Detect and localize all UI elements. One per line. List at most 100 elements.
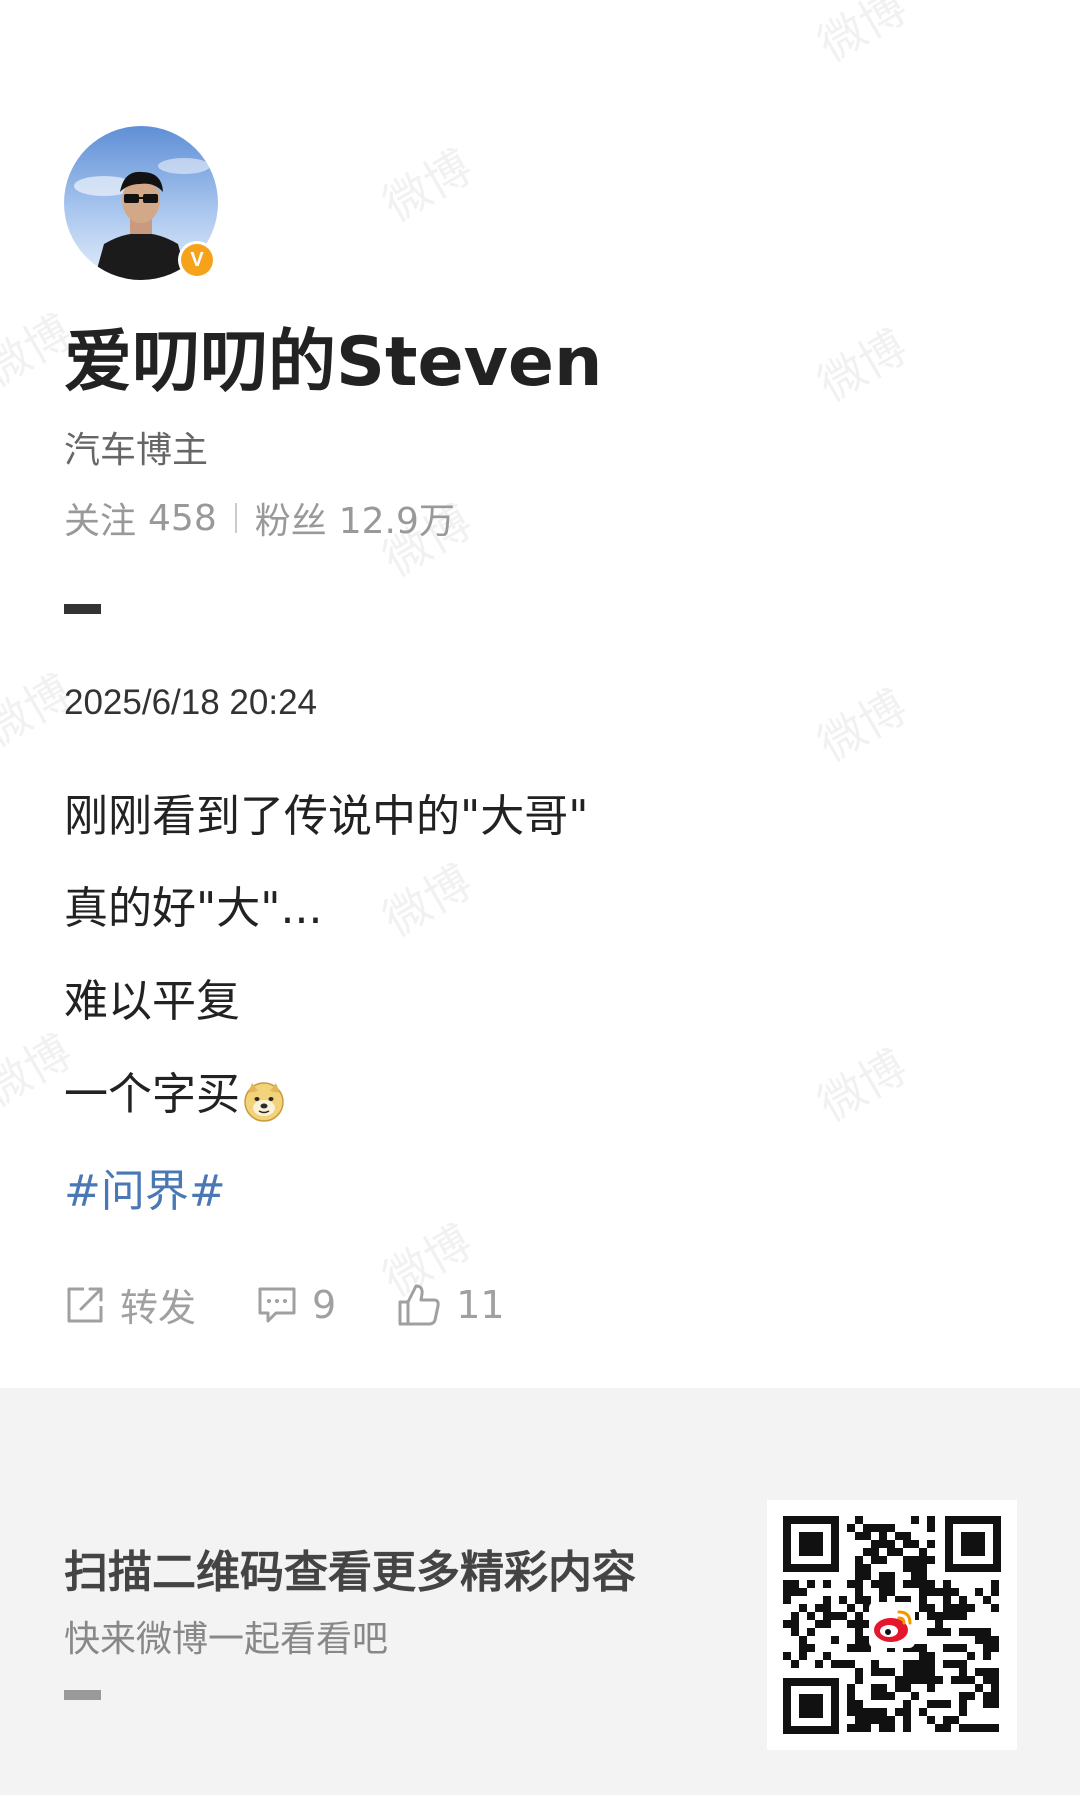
- qr-module: [887, 1716, 895, 1724]
- post-text-line: 一个字买: [64, 1069, 240, 1120]
- qr-module: [887, 1572, 895, 1580]
- qr-module: [951, 1604, 959, 1612]
- qr-module: [919, 1548, 927, 1556]
- qr-module: [887, 1524, 895, 1532]
- qr-module: [871, 1708, 879, 1716]
- hashtag-link[interactable]: #问界#: [64, 1155, 226, 1219]
- repost-button[interactable]: 转发: [64, 1277, 196, 1332]
- qr-module: [983, 1628, 991, 1636]
- qr-module: [919, 1708, 927, 1716]
- qr-module: [871, 1556, 879, 1564]
- qr-module: [823, 1620, 831, 1628]
- qr-module: [863, 1596, 871, 1604]
- qr-module: [927, 1524, 935, 1532]
- repost-label: 转发: [120, 1286, 197, 1330]
- qr-module: [927, 1652, 935, 1660]
- qr-module: [991, 1668, 999, 1676]
- qr-module: [871, 1684, 879, 1692]
- qr-module: [823, 1612, 831, 1620]
- qr-module: [959, 1612, 967, 1620]
- footer-divider: [64, 1690, 101, 1700]
- qr-module: [887, 1580, 895, 1588]
- qr-module: [799, 1604, 807, 1612]
- qr-module: [847, 1700, 855, 1708]
- comment-button[interactable]: 9: [256, 1283, 336, 1327]
- footer-panel: 扫描二维码查看更多精彩内容 快来微博一起看看吧: [0, 1388, 1080, 1795]
- qr-module: [959, 1644, 967, 1652]
- qr-module: [807, 1628, 815, 1636]
- qr-module: [855, 1588, 863, 1596]
- share-icon: [67, 1287, 103, 1322]
- qr-module: [911, 1556, 919, 1564]
- qr-module: [951, 1644, 959, 1652]
- watermark: 微博: [809, 0, 916, 72]
- qr-module: [911, 1540, 919, 1548]
- qr-module: [831, 1612, 839, 1620]
- qr-module: [783, 1580, 791, 1588]
- post-text-line-with-emoji: 一个字买: [64, 1058, 286, 1123]
- qr-module: [983, 1692, 991, 1700]
- qr-module: [879, 1556, 887, 1564]
- qr-module: [903, 1660, 911, 1668]
- qr-module: [935, 1700, 943, 1708]
- qr-module: [975, 1588, 983, 1596]
- qr-module: [927, 1580, 935, 1588]
- qr-module: [919, 1580, 927, 1588]
- qr-module: [855, 1724, 863, 1732]
- qr-module: [927, 1700, 935, 1708]
- qr-module: [951, 1660, 959, 1668]
- qr-module: [863, 1716, 871, 1724]
- qr-module: [887, 1548, 895, 1556]
- qr-module: [839, 1596, 847, 1604]
- like-button[interactable]: 11: [396, 1282, 505, 1328]
- qr-module: [927, 1684, 935, 1692]
- qr-module: [791, 1580, 799, 1588]
- watermark: 微博: [374, 139, 481, 232]
- qr-module: [991, 1588, 999, 1596]
- profile-stats: 关注 458 粉丝 12.9万: [64, 492, 455, 544]
- qr-module: [927, 1676, 935, 1684]
- qr-module: [943, 1724, 951, 1732]
- qr-module: [879, 1716, 887, 1724]
- qr-module: [815, 1604, 823, 1612]
- qr-module: [927, 1540, 935, 1548]
- qr-module: [871, 1716, 879, 1724]
- qr-module: [959, 1676, 967, 1684]
- post-actions: 转发 9 11: [64, 1277, 565, 1332]
- qr-module: [903, 1532, 911, 1540]
- qr-module: [991, 1636, 999, 1644]
- qr-module: [863, 1524, 871, 1532]
- qr-module: [863, 1572, 871, 1580]
- qr-module: [871, 1580, 879, 1588]
- qr-module: [975, 1684, 983, 1692]
- qr-code[interactable]: [767, 1500, 1017, 1750]
- qr-module: [935, 1612, 943, 1620]
- qr-module: [983, 1676, 991, 1684]
- qr-module: [839, 1660, 847, 1668]
- qr-module: [863, 1548, 871, 1556]
- followers-label[interactable]: 粉丝: [255, 492, 327, 544]
- qr-module: [879, 1708, 887, 1716]
- following-label[interactable]: 关注: [64, 492, 136, 544]
- qr-module: [959, 1628, 967, 1636]
- qr-module: [799, 1636, 807, 1644]
- followers-count[interactable]: 12.9万: [339, 492, 455, 544]
- qr-module: [895, 1676, 903, 1684]
- following-count[interactable]: 458: [148, 498, 217, 539]
- qr-module: [863, 1644, 871, 1652]
- qr-module: [855, 1708, 863, 1716]
- watermark: 微博: [809, 679, 916, 772]
- qr-module: [919, 1660, 927, 1668]
- qr-module: [791, 1612, 799, 1620]
- qr-module: [911, 1692, 919, 1700]
- qr-module: [927, 1588, 935, 1596]
- qr-module: [895, 1532, 903, 1540]
- username[interactable]: 爱叨叨的Steven: [64, 306, 602, 405]
- qr-module: [855, 1572, 863, 1580]
- qr-module: [847, 1580, 855, 1588]
- qr-module: [783, 1588, 791, 1596]
- qr-module: [943, 1596, 951, 1604]
- qr-module: [991, 1684, 999, 1692]
- qr-module: [783, 1596, 791, 1604]
- qr-module: [879, 1580, 887, 1588]
